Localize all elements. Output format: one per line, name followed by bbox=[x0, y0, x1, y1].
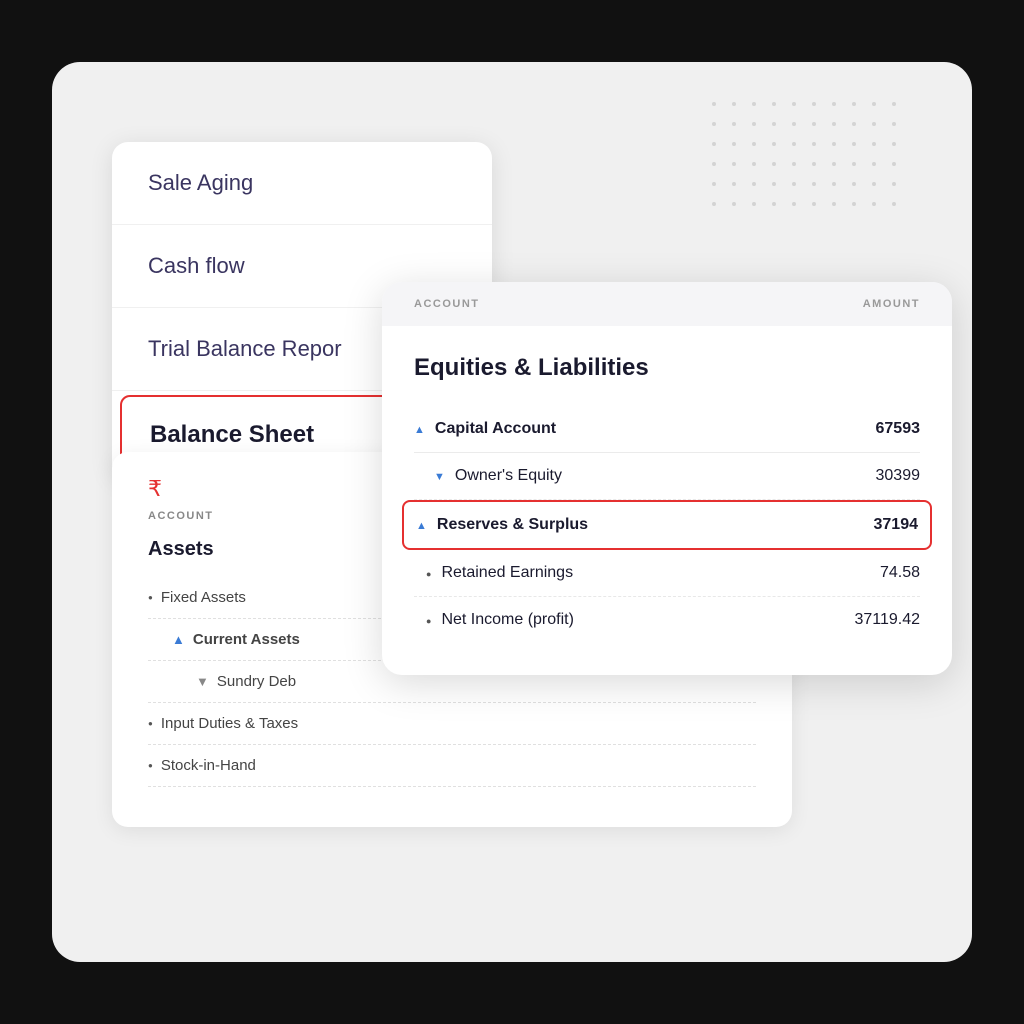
capital-account-label: Capital Account bbox=[414, 420, 556, 438]
front-panel-header: ACCOUNT AMOUNT bbox=[382, 282, 952, 326]
chevron-up-icon: ▲ bbox=[172, 632, 185, 647]
retained-earnings-value: 74.58 bbox=[880, 564, 920, 582]
chevron-down-icon: ▼ bbox=[196, 674, 209, 689]
menu-item-sale-aging[interactable]: Sale Aging bbox=[112, 142, 492, 225]
chevron-up-reserves-icon bbox=[416, 516, 427, 534]
net-income-label: Net Income (profit) bbox=[414, 611, 574, 629]
reserves-surplus-value: 37194 bbox=[874, 516, 919, 534]
dot-pattern-decoration bbox=[712, 102, 912, 222]
chevron-down-blue-icon bbox=[434, 467, 445, 485]
bg-row-input-duties: ● Input Duties & Taxes bbox=[148, 703, 756, 745]
menu-item-sale-aging-label: Sale Aging bbox=[148, 170, 253, 195]
amount-column-header: AMOUNT bbox=[863, 298, 920, 310]
owners-equity-label: Owner's Equity bbox=[414, 467, 562, 485]
capital-account-value: 67593 bbox=[876, 420, 921, 438]
fixed-assets-label: Fixed Assets bbox=[161, 589, 246, 606]
net-income-value: 37119.42 bbox=[854, 611, 920, 629]
owners-equity-row[interactable]: Owner's Equity 30399 bbox=[414, 453, 920, 500]
net-income-row[interactable]: Net Income (profit) 37119.42 bbox=[414, 597, 920, 643]
bullet-icon-3: ● bbox=[148, 761, 153, 770]
capital-account-row[interactable]: Capital Account 67593 bbox=[414, 406, 920, 453]
front-equities-panel: ACCOUNT AMOUNT Equities & Liabilities Ca… bbox=[382, 282, 952, 675]
stock-in-hand-label: Stock-in-Hand bbox=[161, 757, 256, 774]
account-column-header: ACCOUNT bbox=[414, 298, 480, 310]
menu-item-balance-sheet-label: Balance Sheet bbox=[150, 421, 314, 448]
sundry-deb-label: Sundry Deb bbox=[217, 673, 296, 690]
retained-earnings-row[interactable]: Retained Earnings 74.58 bbox=[414, 550, 920, 597]
retained-earnings-label: Retained Earnings bbox=[414, 564, 573, 582]
bg-row-stock: ● Stock-in-Hand bbox=[148, 745, 756, 787]
menu-item-trial-balance-label: Trial Balance Repor bbox=[148, 336, 342, 361]
current-assets-label: Current Assets bbox=[193, 631, 300, 648]
bullet-retained-icon bbox=[426, 564, 431, 582]
equities-liabilities-title: Equities & Liabilities bbox=[414, 354, 920, 382]
outer-container: Sale Aging Cash flow Trial Balance Repor… bbox=[52, 62, 972, 962]
bullet-net-income-icon bbox=[426, 611, 431, 629]
reserves-surplus-row[interactable]: Reserves & Surplus 37194 bbox=[402, 500, 932, 550]
menu-item-cash-flow-label: Cash flow bbox=[148, 253, 245, 278]
front-panel-body: Equities & Liabilities Capital Account 6… bbox=[382, 326, 952, 675]
bullet-icon-2: ● bbox=[148, 719, 153, 728]
input-duties-label: Input Duties & Taxes bbox=[161, 715, 298, 732]
chevron-up-blue-icon bbox=[414, 420, 425, 438]
reserves-surplus-label: Reserves & Surplus bbox=[416, 516, 588, 534]
owners-equity-value: 30399 bbox=[876, 467, 921, 485]
bullet-icon: ● bbox=[148, 593, 153, 602]
